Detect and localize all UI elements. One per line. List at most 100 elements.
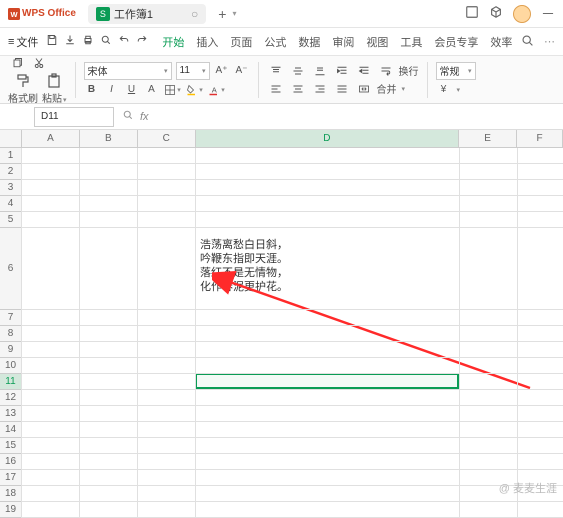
col-header-F[interactable]: F bbox=[517, 130, 563, 147]
indent-decrease-icon[interactable] bbox=[333, 63, 351, 79]
tab-review[interactable]: 审阅 bbox=[332, 34, 354, 50]
border-button[interactable]: ▾ bbox=[164, 82, 182, 98]
strikethrough-button[interactable]: A bbox=[144, 82, 160, 98]
row-header-5[interactable]: 5 bbox=[0, 212, 22, 228]
user-avatar[interactable] bbox=[513, 5, 531, 23]
preview-icon[interactable] bbox=[100, 34, 112, 49]
col-header-D[interactable]: D bbox=[196, 130, 460, 147]
align-middle-icon[interactable] bbox=[289, 63, 307, 79]
increase-font-icon[interactable]: A⁺ bbox=[214, 63, 230, 79]
bold-button[interactable]: B bbox=[84, 82, 100, 98]
col-header-C[interactable]: C bbox=[138, 130, 196, 147]
spreadsheet-grid[interactable]: ABCDEF 12345678910111213141516171819 浩荡离… bbox=[0, 130, 563, 518]
screenshot-icon[interactable] bbox=[465, 5, 479, 22]
print-icon[interactable] bbox=[82, 34, 94, 49]
col-header-E[interactable]: E bbox=[459, 130, 517, 147]
search-icon[interactable] bbox=[521, 34, 534, 50]
fx-icon[interactable]: fx bbox=[140, 111, 149, 123]
row-header-16[interactable]: 16 bbox=[0, 454, 22, 470]
watermark: @ 麦麦生涯 bbox=[499, 480, 557, 496]
justify-icon[interactable] bbox=[333, 81, 351, 97]
decrease-font-icon[interactable]: A⁻ bbox=[234, 63, 250, 79]
tab-member[interactable]: 会员专享 bbox=[434, 34, 478, 50]
row-header-10[interactable]: 10 bbox=[0, 358, 22, 374]
italic-button[interactable]: I bbox=[104, 82, 120, 98]
menu-bar: ≡ 文件 开始 插入 页面 公式 数据 审阅 视图 工具 会员专享 效率 ⋯ bbox=[0, 28, 563, 56]
cube-icon[interactable] bbox=[489, 5, 503, 22]
currency-button[interactable]: ¥ bbox=[436, 82, 452, 98]
tab-close-icon[interactable]: ○ bbox=[191, 7, 198, 21]
wrap-text-button[interactable] bbox=[377, 63, 395, 79]
indent-increase-icon[interactable] bbox=[355, 63, 373, 79]
cut-icon[interactable] bbox=[30, 55, 48, 71]
row-header-8[interactable]: 8 bbox=[0, 326, 22, 342]
row-header-3[interactable]: 3 bbox=[0, 180, 22, 196]
row-header-15[interactable]: 15 bbox=[0, 438, 22, 454]
title-bar: W WPS Office S 工作簿1 ○ + ▾ － bbox=[0, 0, 563, 28]
row-header-1[interactable]: 1 bbox=[0, 148, 22, 164]
active-cell-selection bbox=[195, 373, 459, 389]
minimize-icon[interactable]: － bbox=[541, 4, 555, 24]
row-header-12[interactable]: 12 bbox=[0, 390, 22, 406]
quick-access-toolbar bbox=[46, 34, 148, 49]
export-icon[interactable] bbox=[64, 34, 76, 49]
document-title: 工作簿1 bbox=[114, 6, 153, 22]
col-header-A[interactable]: A bbox=[22, 130, 80, 147]
tab-insert[interactable]: 插入 bbox=[196, 34, 218, 50]
menu-more-icon[interactable]: ⋯ bbox=[544, 35, 555, 48]
row-header-14[interactable]: 14 bbox=[0, 422, 22, 438]
tab-start[interactable]: 开始 bbox=[162, 34, 184, 50]
row-header-7[interactable]: 7 bbox=[0, 310, 22, 326]
tab-data[interactable]: 数据 bbox=[298, 34, 320, 50]
copy-icon[interactable] bbox=[8, 55, 26, 71]
row-header-4[interactable]: 4 bbox=[0, 196, 22, 212]
tab-efficiency[interactable]: 效率 bbox=[490, 34, 512, 50]
redo-icon[interactable] bbox=[136, 34, 148, 49]
paste-button[interactable]: 粘贴▾ bbox=[42, 73, 67, 105]
merge-label: 合并 bbox=[377, 81, 397, 96]
align-right-icon[interactable] bbox=[311, 81, 329, 97]
app-logo: W WPS Office bbox=[8, 8, 76, 20]
number-format-select[interactable]: 常规▾ bbox=[436, 62, 476, 80]
select-all-corner[interactable] bbox=[0, 130, 22, 147]
align-center-icon[interactable] bbox=[289, 81, 307, 97]
fx-search-icon[interactable] bbox=[122, 109, 134, 124]
align-bottom-icon[interactable] bbox=[311, 63, 329, 79]
new-tab-button[interactable]: + bbox=[218, 6, 226, 22]
spreadsheet-icon: S bbox=[96, 7, 110, 21]
formula-bar: D11 fx bbox=[0, 104, 563, 130]
col-header-B[interactable]: B bbox=[80, 130, 138, 147]
tab-view[interactable]: 视图 bbox=[366, 34, 388, 50]
svg-text:A: A bbox=[212, 85, 217, 94]
wrap-text-label: 换行 bbox=[399, 63, 419, 78]
fill-color-button[interactable]: ▾ bbox=[186, 82, 204, 98]
format-painter-button[interactable]: 格式刷 bbox=[8, 73, 38, 105]
font-size-select[interactable]: 11▾ bbox=[176, 62, 210, 80]
align-left-icon[interactable] bbox=[267, 81, 285, 97]
row-header-9[interactable]: 9 bbox=[0, 342, 22, 358]
undo-icon[interactable] bbox=[118, 34, 130, 49]
row-header-19[interactable]: 19 bbox=[0, 502, 22, 518]
name-box[interactable]: D11 bbox=[34, 107, 114, 127]
underline-button[interactable]: U bbox=[124, 82, 140, 98]
row-header-6[interactable]: 6 bbox=[0, 228, 22, 310]
tab-tools[interactable]: 工具 bbox=[400, 34, 422, 50]
row-header-13[interactable]: 13 bbox=[0, 406, 22, 422]
ribbon: 格式刷 粘贴▾ 宋体▾ 11▾ A⁺ A⁻ B I U A ▾ ▾ A▾ bbox=[0, 56, 563, 104]
row-header-11[interactable]: 11 bbox=[0, 374, 22, 390]
tab-page[interactable]: 页面 bbox=[230, 34, 252, 50]
merge-button[interactable] bbox=[355, 81, 373, 97]
file-menu[interactable]: ≡ 文件 bbox=[8, 34, 38, 50]
tab-dropdown-icon[interactable]: ▾ bbox=[232, 9, 236, 18]
row-header-17[interactable]: 17 bbox=[0, 470, 22, 486]
cell-D6[interactable]: 浩荡离愁白日斜， 吟鞭东指即天涯。 落红不是无情物， 化作春泥更护花。 bbox=[200, 238, 288, 294]
row-header-2[interactable]: 2 bbox=[0, 164, 22, 180]
save-icon[interactable] bbox=[46, 34, 58, 49]
font-color-button[interactable]: A▾ bbox=[208, 82, 226, 98]
tab-formula[interactable]: 公式 bbox=[264, 34, 286, 50]
document-tab[interactable]: S 工作簿1 ○ bbox=[88, 4, 206, 24]
align-top-icon[interactable] bbox=[267, 63, 285, 79]
font-name-select[interactable]: 宋体▾ bbox=[84, 62, 172, 80]
svg-text:W: W bbox=[10, 10, 18, 19]
menu-tabs: 开始 插入 页面 公式 数据 审阅 视图 工具 会员专享 效率 bbox=[162, 34, 512, 50]
